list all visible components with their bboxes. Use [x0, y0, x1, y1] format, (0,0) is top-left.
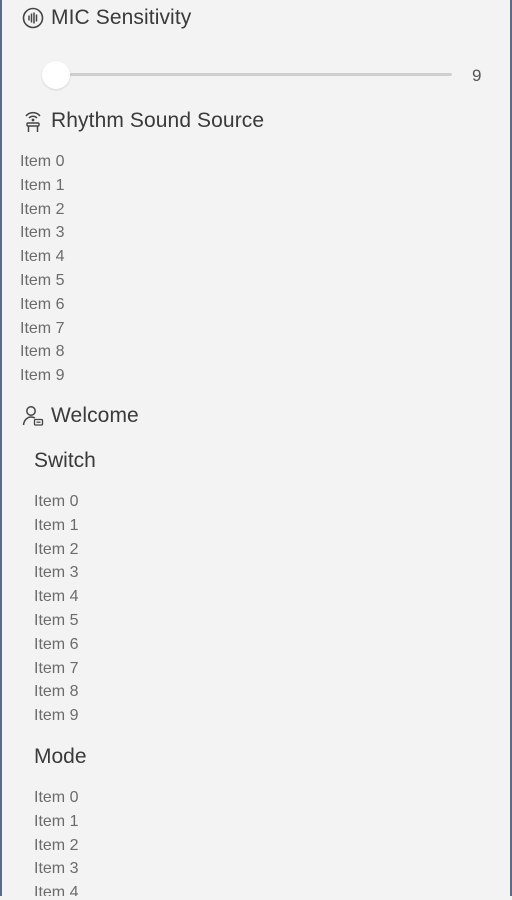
user-settings-icon	[21, 404, 45, 428]
list-item[interactable]: Item 6	[34, 633, 78, 657]
list-item[interactable]: Item 7	[34, 657, 78, 681]
rhythm-sound-source-title: Rhythm Sound Source	[51, 109, 265, 132]
list-item[interactable]: Item 5	[34, 609, 78, 633]
list-item[interactable]: Item 3	[20, 221, 64, 245]
switch-title: Switch	[34, 449, 96, 472]
list-item[interactable]: Item 3	[34, 561, 78, 585]
list-item[interactable]: Item 7	[20, 317, 64, 341]
welcome-title: Welcome	[51, 404, 139, 427]
list-item[interactable]: Item 8	[34, 680, 78, 704]
mode-item-list: Item 0 Item 1 Item 2 Item 3 Item 4	[34, 786, 78, 896]
list-item[interactable]: Item 0	[34, 786, 78, 810]
mic-sensitivity-header: MIC Sensitivity	[21, 6, 191, 30]
rhythm-item-list: Item 0 Item 1 Item 2 Item 3 Item 4 Item …	[20, 150, 64, 388]
switch-item-list: Item 0 Item 1 Item 2 Item 3 Item 4 Item …	[34, 490, 78, 728]
welcome-header: Welcome	[21, 404, 139, 428]
rhythm-sound-source-header: Rhythm Sound Source	[21, 109, 264, 133]
list-item[interactable]: Item 2	[34, 538, 78, 562]
mode-title: Mode	[34, 745, 87, 768]
list-item[interactable]: Item 6	[20, 293, 64, 317]
list-item[interactable]: Item 1	[34, 514, 78, 538]
mic-sensitivity-value: 9	[472, 66, 482, 85]
mic-wave-icon	[21, 6, 45, 30]
list-item[interactable]: Item 0	[34, 490, 78, 514]
list-item[interactable]: Item 4	[34, 585, 78, 609]
list-item[interactable]: Item 8	[20, 340, 64, 364]
list-item[interactable]: Item 2	[20, 198, 64, 222]
list-item[interactable]: Item 9	[34, 704, 78, 728]
list-item[interactable]: Item 5	[20, 269, 64, 293]
mic-sensitivity-slider-track[interactable]	[56, 73, 452, 76]
list-item[interactable]: Item 3	[34, 857, 78, 881]
list-item[interactable]: Item 0	[20, 150, 64, 174]
settings-panel: MIC Sensitivity 9 Rhythm Sound Source It…	[0, 0, 512, 896]
list-item[interactable]: Item 2	[34, 834, 78, 858]
list-item[interactable]: Item 4	[34, 881, 78, 896]
mic-sensitivity-title: MIC Sensitivity	[51, 6, 192, 29]
list-item[interactable]: Item 4	[20, 245, 64, 269]
broadcast-person-icon	[21, 109, 45, 133]
mic-sensitivity-slider-thumb[interactable]	[42, 61, 70, 89]
list-item[interactable]: Item 9	[20, 364, 64, 388]
list-item[interactable]: Item 1	[34, 810, 78, 834]
list-item[interactable]: Item 1	[20, 174, 64, 198]
